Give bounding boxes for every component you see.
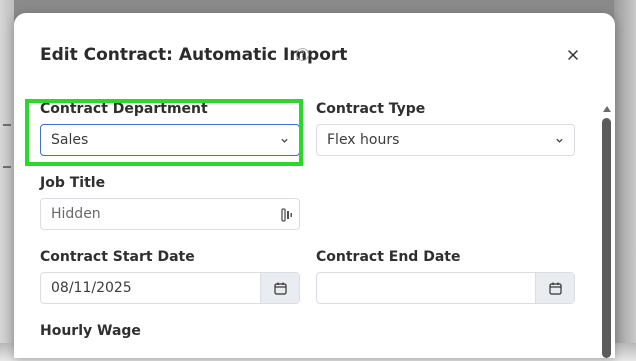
calendar-icon [273,282,287,295]
contract-type-label: Contract Type [316,101,426,117]
scrollbar[interactable] [602,106,611,358]
password-manager-icon[interactable] [281,208,293,222]
highlight-box [25,99,303,166]
contract-end-date-input[interactable] [316,272,575,304]
scroll-up-arrow-icon[interactable] [603,106,611,112]
contract-type-select[interactable]: Flex hours [316,124,575,156]
question-circle-icon[interactable]: ? [296,48,309,61]
calendar-button[interactable] [535,273,574,303]
edit-contract-modal: Edit Contract: Automatic Import ? Contra… [14,13,615,358]
chevron-down-icon [556,138,563,143]
calendar-button[interactable] [260,273,299,303]
background-text-fragment [3,124,11,126]
contract-start-date-value: 08/11/2025 [51,280,132,296]
contract-start-date-input[interactable]: 08/11/2025 [40,272,300,304]
scrollbar-thumb[interactable] [602,118,611,358]
close-icon [568,50,578,60]
contract-end-date-label: Contract End Date [316,249,461,265]
backdrop [614,0,636,361]
backdrop [0,0,14,361]
job-title-label: Job Title [40,175,106,191]
close-button[interactable] [563,45,583,65]
background-text-fragment [3,166,11,168]
job-title-input[interactable]: Hidden [40,198,300,230]
contract-type-value: Flex hours [327,132,400,148]
job-title-placeholder: Hidden [51,206,101,222]
contract-start-date-label: Contract Start Date [40,249,195,265]
modal-header: Edit Contract: Automatic Import ? [14,13,615,99]
hourly-wage-label: Hourly Wage [40,323,141,339]
calendar-icon [548,282,562,295]
